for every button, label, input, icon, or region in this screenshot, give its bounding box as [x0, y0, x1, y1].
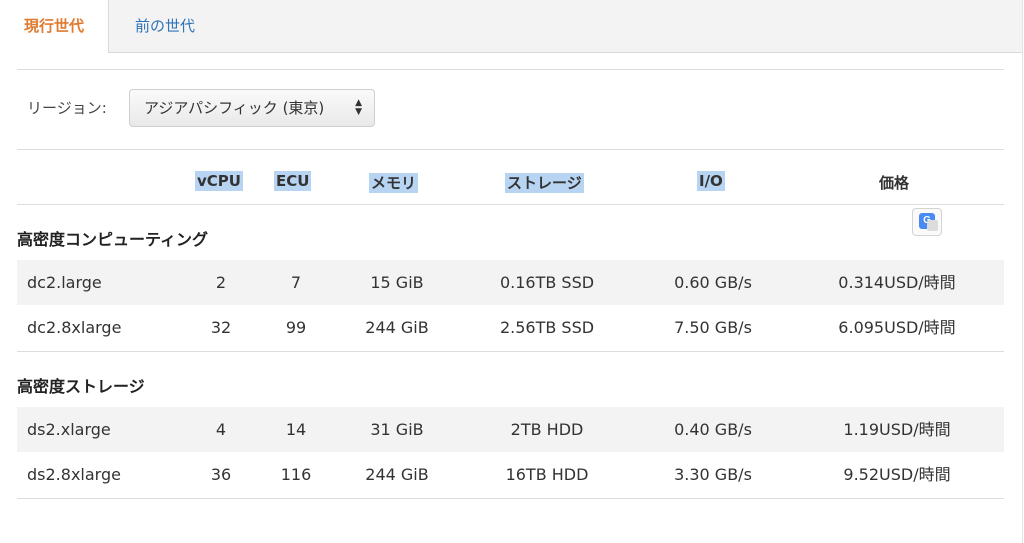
- memory-value: 244 GiB: [365, 465, 429, 484]
- storage-value: 2TB HDD: [510, 420, 584, 439]
- ecu-value: 14: [285, 420, 307, 439]
- divider: [17, 149, 1004, 150]
- select-updown-icon: ▲ ▼: [355, 98, 362, 117]
- column-header-memory: メモリ: [369, 173, 419, 193]
- instance-name: ds2.xlarge: [27, 420, 111, 439]
- instance-name: ds2.8xlarge: [27, 465, 121, 484]
- vcpu-value: 32: [210, 318, 232, 337]
- ecu-value: 99: [285, 318, 307, 337]
- section-title-dense-storage: 高密度ストレージ: [17, 377, 145, 396]
- memory-value: 31 GiB: [370, 420, 424, 439]
- vcpu-value: 36: [210, 465, 232, 484]
- google-translate-icon[interactable]: G: [912, 208, 942, 236]
- generation-tab-bar: 現行世代 前の世代: [0, 0, 1022, 53]
- price-value: 0.314USD/時間: [838, 273, 956, 292]
- io-value: 0.40 GB/s: [674, 420, 752, 439]
- table-row: ds2.xlarge 4 14 31 GiB 2TB HDD 0.40 GB/s…: [17, 407, 1004, 452]
- column-header-price: 価格: [879, 174, 910, 192]
- io-value: 3.30 GB/s: [674, 465, 752, 484]
- ecu-value: 7: [290, 273, 302, 292]
- divider: [17, 498, 1004, 499]
- panel-right-border: [1022, 0, 1023, 543]
- region-label: リージョン:: [27, 99, 107, 117]
- io-value: 7.50 GB/s: [674, 318, 752, 337]
- ecu-value: 116: [280, 465, 312, 484]
- tab-current-generation[interactable]: 現行世代: [0, 0, 109, 53]
- storage-value: 0.16TB SSD: [499, 273, 595, 292]
- instance-name: dc2.8xlarge: [27, 318, 122, 337]
- region-selected-value: アジアパシフィック (東京): [144, 99, 325, 117]
- vcpu-value: 2: [215, 273, 227, 292]
- memory-value: 15 GiB: [370, 273, 424, 292]
- divider: [17, 204, 1004, 205]
- table-row: dc2.8xlarge 32 99 244 GiB 2.56TB SSD 7.5…: [17, 305, 1004, 350]
- tab-previous-generation[interactable]: 前の世代: [110, 0, 220, 52]
- io-value: 0.60 GB/s: [674, 273, 752, 292]
- column-header-storage: ストレージ: [505, 173, 584, 193]
- price-value: 1.19USD/時間: [843, 420, 951, 439]
- column-header-vcpu: vCPU: [195, 171, 243, 191]
- storage-value: 16TB HDD: [505, 465, 589, 484]
- storage-value: 2.56TB SSD: [499, 318, 595, 337]
- region-select[interactable]: アジアパシフィック (東京) ▲ ▼: [129, 89, 375, 127]
- section-title-dense-compute: 高密度コンピューティング: [17, 230, 209, 249]
- divider: [17, 69, 1004, 70]
- instance-name: dc2.large: [27, 273, 102, 292]
- vcpu-value: 4: [215, 420, 227, 439]
- table-row: ds2.8xlarge 36 116 244 GiB 16TB HDD 3.30…: [17, 452, 1004, 497]
- table-row: dc2.large 2 7 15 GiB 0.16TB SSD 0.60 GB/…: [17, 260, 1004, 305]
- price-value: 6.095USD/時間: [838, 318, 956, 337]
- price-value: 9.52USD/時間: [843, 465, 951, 484]
- memory-value: 244 GiB: [365, 318, 429, 337]
- column-header-io: I/O: [697, 171, 725, 191]
- divider: [17, 351, 1004, 352]
- column-header-ecu: ECU: [274, 171, 312, 191]
